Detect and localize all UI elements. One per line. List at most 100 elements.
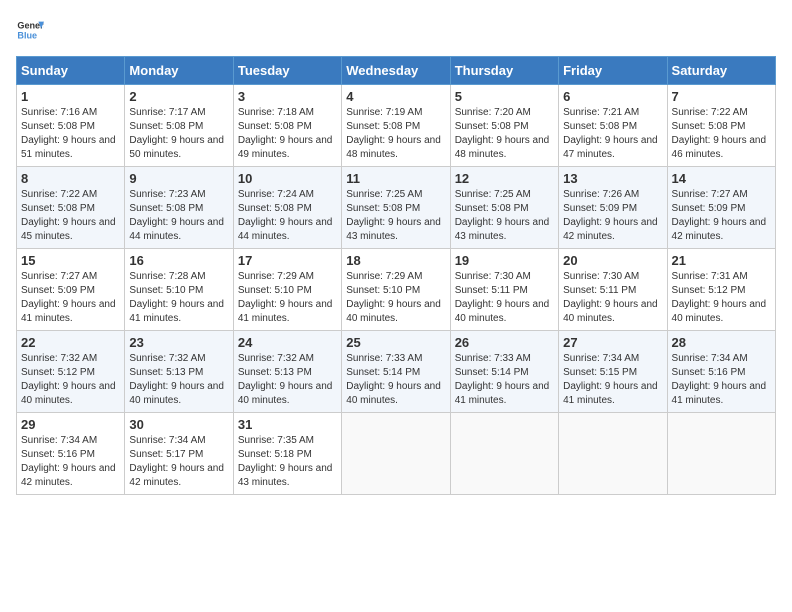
day-info: Sunrise: 7:34 AM Sunset: 5:17 PM Dayligh… — [129, 434, 228, 490]
calendar-cell: 20 Sunrise: 7:30 AM Sunset: 5:11 PM Dayl… — [559, 249, 667, 331]
logo-icon: General Blue — [16, 16, 44, 44]
calendar-cell: 31 Sunrise: 7:35 AM Sunset: 5:18 PM Dayl… — [233, 413, 341, 495]
calendar-cell: 14 Sunrise: 7:27 AM Sunset: 5:09 PM Dayl… — [667, 167, 775, 249]
day-number: 19 — [455, 253, 554, 268]
calendar-cell: 9 Sunrise: 7:23 AM Sunset: 5:08 PM Dayli… — [125, 167, 233, 249]
day-info: Sunrise: 7:33 AM Sunset: 5:14 PM Dayligh… — [346, 352, 445, 408]
day-info: Sunrise: 7:33 AM Sunset: 5:14 PM Dayligh… — [455, 352, 554, 408]
calendar-cell: 22 Sunrise: 7:32 AM Sunset: 5:12 PM Dayl… — [17, 331, 125, 413]
calendar-cell — [667, 413, 775, 495]
week-row-2: 8 Sunrise: 7:22 AM Sunset: 5:08 PM Dayli… — [17, 167, 776, 249]
day-info: Sunrise: 7:31 AM Sunset: 5:12 PM Dayligh… — [672, 270, 771, 326]
day-info: Sunrise: 7:18 AM Sunset: 5:08 PM Dayligh… — [238, 106, 337, 162]
day-number: 6 — [563, 89, 662, 104]
header: General Blue — [16, 16, 776, 44]
day-info: Sunrise: 7:29 AM Sunset: 5:10 PM Dayligh… — [346, 270, 445, 326]
calendar-cell: 24 Sunrise: 7:32 AM Sunset: 5:13 PM Dayl… — [233, 331, 341, 413]
column-header-tuesday: Tuesday — [233, 57, 341, 85]
day-number: 7 — [672, 89, 771, 104]
day-info: Sunrise: 7:34 AM Sunset: 5:16 PM Dayligh… — [672, 352, 771, 408]
logo: General Blue — [16, 16, 44, 44]
day-number: 12 — [455, 171, 554, 186]
calendar-cell: 11 Sunrise: 7:25 AM Sunset: 5:08 PM Dayl… — [342, 167, 450, 249]
calendar-cell — [450, 413, 558, 495]
day-info: Sunrise: 7:27 AM Sunset: 5:09 PM Dayligh… — [21, 270, 120, 326]
calendar-cell: 18 Sunrise: 7:29 AM Sunset: 5:10 PM Dayl… — [342, 249, 450, 331]
day-info: Sunrise: 7:32 AM Sunset: 5:13 PM Dayligh… — [129, 352, 228, 408]
calendar-cell: 29 Sunrise: 7:34 AM Sunset: 5:16 PM Dayl… — [17, 413, 125, 495]
column-header-thursday: Thursday — [450, 57, 558, 85]
day-number: 9 — [129, 171, 228, 186]
day-info: Sunrise: 7:23 AM Sunset: 5:08 PM Dayligh… — [129, 188, 228, 244]
day-number: 24 — [238, 335, 337, 350]
svg-text:Blue: Blue — [17, 30, 37, 40]
day-number: 17 — [238, 253, 337, 268]
week-row-1: 1 Sunrise: 7:16 AM Sunset: 5:08 PM Dayli… — [17, 85, 776, 167]
day-info: Sunrise: 7:28 AM Sunset: 5:10 PM Dayligh… — [129, 270, 228, 326]
day-number: 30 — [129, 417, 228, 432]
week-row-4: 22 Sunrise: 7:32 AM Sunset: 5:12 PM Dayl… — [17, 331, 776, 413]
calendar-table: SundayMondayTuesdayWednesdayThursdayFrid… — [16, 56, 776, 495]
day-number: 10 — [238, 171, 337, 186]
day-number: 15 — [21, 253, 120, 268]
calendar-cell: 7 Sunrise: 7:22 AM Sunset: 5:08 PM Dayli… — [667, 85, 775, 167]
column-header-sunday: Sunday — [17, 57, 125, 85]
day-info: Sunrise: 7:30 AM Sunset: 5:11 PM Dayligh… — [563, 270, 662, 326]
day-number: 14 — [672, 171, 771, 186]
calendar-body: 1 Sunrise: 7:16 AM Sunset: 5:08 PM Dayli… — [17, 85, 776, 495]
calendar-cell: 21 Sunrise: 7:31 AM Sunset: 5:12 PM Dayl… — [667, 249, 775, 331]
calendar-cell: 4 Sunrise: 7:19 AM Sunset: 5:08 PM Dayli… — [342, 85, 450, 167]
calendar-cell: 23 Sunrise: 7:32 AM Sunset: 5:13 PM Dayl… — [125, 331, 233, 413]
calendar-cell: 28 Sunrise: 7:34 AM Sunset: 5:16 PM Dayl… — [667, 331, 775, 413]
day-info: Sunrise: 7:32 AM Sunset: 5:13 PM Dayligh… — [238, 352, 337, 408]
day-info: Sunrise: 7:34 AM Sunset: 5:15 PM Dayligh… — [563, 352, 662, 408]
calendar-cell: 25 Sunrise: 7:33 AM Sunset: 5:14 PM Dayl… — [342, 331, 450, 413]
day-info: Sunrise: 7:24 AM Sunset: 5:08 PM Dayligh… — [238, 188, 337, 244]
day-number: 18 — [346, 253, 445, 268]
column-header-saturday: Saturday — [667, 57, 775, 85]
day-number: 2 — [129, 89, 228, 104]
day-info: Sunrise: 7:25 AM Sunset: 5:08 PM Dayligh… — [346, 188, 445, 244]
calendar-cell: 17 Sunrise: 7:29 AM Sunset: 5:10 PM Dayl… — [233, 249, 341, 331]
day-number: 29 — [21, 417, 120, 432]
calendar-cell: 12 Sunrise: 7:25 AM Sunset: 5:08 PM Dayl… — [450, 167, 558, 249]
week-row-3: 15 Sunrise: 7:27 AM Sunset: 5:09 PM Dayl… — [17, 249, 776, 331]
calendar-cell — [342, 413, 450, 495]
calendar-cell: 1 Sunrise: 7:16 AM Sunset: 5:08 PM Dayli… — [17, 85, 125, 167]
day-info: Sunrise: 7:26 AM Sunset: 5:09 PM Dayligh… — [563, 188, 662, 244]
day-number: 25 — [346, 335, 445, 350]
day-number: 20 — [563, 253, 662, 268]
day-info: Sunrise: 7:34 AM Sunset: 5:16 PM Dayligh… — [21, 434, 120, 490]
calendar-cell: 15 Sunrise: 7:27 AM Sunset: 5:09 PM Dayl… — [17, 249, 125, 331]
calendar-cell: 6 Sunrise: 7:21 AM Sunset: 5:08 PM Dayli… — [559, 85, 667, 167]
day-info: Sunrise: 7:30 AM Sunset: 5:11 PM Dayligh… — [455, 270, 554, 326]
day-info: Sunrise: 7:27 AM Sunset: 5:09 PM Dayligh… — [672, 188, 771, 244]
day-info: Sunrise: 7:32 AM Sunset: 5:12 PM Dayligh… — [21, 352, 120, 408]
day-info: Sunrise: 7:22 AM Sunset: 5:08 PM Dayligh… — [21, 188, 120, 244]
calendar-cell: 19 Sunrise: 7:30 AM Sunset: 5:11 PM Dayl… — [450, 249, 558, 331]
day-number: 22 — [21, 335, 120, 350]
calendar-cell: 2 Sunrise: 7:17 AM Sunset: 5:08 PM Dayli… — [125, 85, 233, 167]
day-number: 23 — [129, 335, 228, 350]
column-header-monday: Monday — [125, 57, 233, 85]
day-info: Sunrise: 7:19 AM Sunset: 5:08 PM Dayligh… — [346, 106, 445, 162]
day-number: 11 — [346, 171, 445, 186]
day-info: Sunrise: 7:21 AM Sunset: 5:08 PM Dayligh… — [563, 106, 662, 162]
column-header-wednesday: Wednesday — [342, 57, 450, 85]
day-number: 4 — [346, 89, 445, 104]
day-number: 31 — [238, 417, 337, 432]
day-number: 21 — [672, 253, 771, 268]
calendar-cell: 30 Sunrise: 7:34 AM Sunset: 5:17 PM Dayl… — [125, 413, 233, 495]
day-number: 28 — [672, 335, 771, 350]
day-info: Sunrise: 7:25 AM Sunset: 5:08 PM Dayligh… — [455, 188, 554, 244]
day-info: Sunrise: 7:16 AM Sunset: 5:08 PM Dayligh… — [21, 106, 120, 162]
day-info: Sunrise: 7:17 AM Sunset: 5:08 PM Dayligh… — [129, 106, 228, 162]
calendar-cell: 16 Sunrise: 7:28 AM Sunset: 5:10 PM Dayl… — [125, 249, 233, 331]
day-number: 3 — [238, 89, 337, 104]
day-number: 8 — [21, 171, 120, 186]
calendar-cell: 3 Sunrise: 7:18 AM Sunset: 5:08 PM Dayli… — [233, 85, 341, 167]
calendar-cell: 5 Sunrise: 7:20 AM Sunset: 5:08 PM Dayli… — [450, 85, 558, 167]
calendar-header-row: SundayMondayTuesdayWednesdayThursdayFrid… — [17, 57, 776, 85]
calendar-cell: 8 Sunrise: 7:22 AM Sunset: 5:08 PM Dayli… — [17, 167, 125, 249]
day-info: Sunrise: 7:29 AM Sunset: 5:10 PM Dayligh… — [238, 270, 337, 326]
